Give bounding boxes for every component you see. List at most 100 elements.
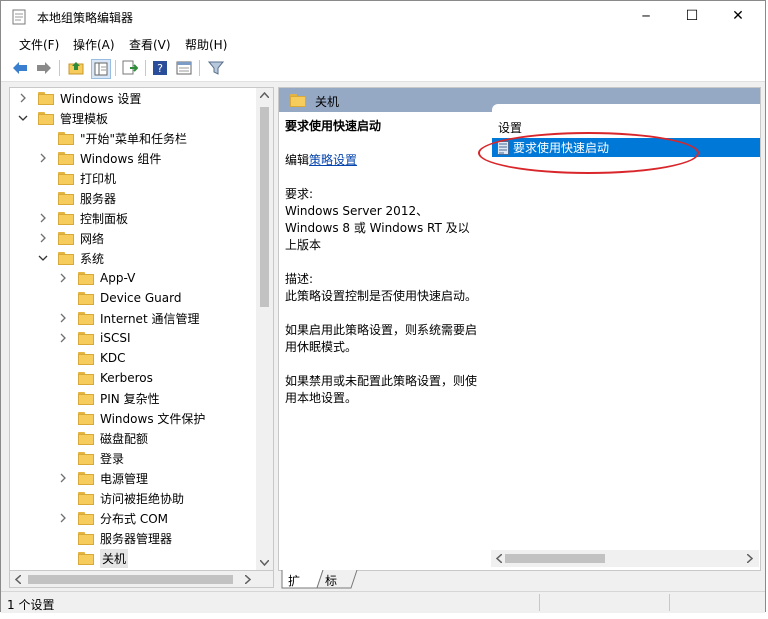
- export-list-button[interactable]: [121, 59, 139, 77]
- chevron-right-icon[interactable]: [38, 213, 48, 223]
- scroll-right-icon[interactable]: [245, 575, 251, 584]
- tree-item-label: 打印机: [80, 171, 117, 186]
- tree-item-label: 访问被拒绝协助: [100, 491, 185, 506]
- scroll-down-icon[interactable]: [260, 560, 269, 566]
- back-button[interactable]: [11, 59, 29, 77]
- up-level-button[interactable]: [67, 59, 85, 77]
- tree-item[interactable]: PIN 复杂性: [58, 388, 160, 408]
- tree-item[interactable]: 登录: [58, 448, 124, 468]
- toolbar-separator: [199, 60, 200, 76]
- tree-item[interactable]: 服务器管理器: [58, 528, 172, 548]
- menu-view[interactable]: 查看(V): [129, 36, 171, 53]
- properties-button[interactable]: [175, 59, 193, 77]
- menu-help[interactable]: 帮助(H): [185, 36, 227, 53]
- description-label: 描述:: [285, 272, 314, 286]
- tree-item-label: PIN 复杂性: [100, 391, 160, 406]
- tree-item[interactable]: 访问被拒绝协助: [58, 488, 184, 508]
- tree-horizontal-scrollbar[interactable]: [9, 571, 274, 588]
- help-button[interactable]: ?: [151, 59, 169, 77]
- tree-item-label: 登录: [100, 451, 125, 466]
- menu-action[interactable]: 操作(A): [73, 36, 115, 53]
- show-hide-tree-button[interactable]: [91, 59, 111, 79]
- tree-item-label: Windows 组件: [80, 151, 162, 166]
- chevron-right-icon[interactable]: [38, 233, 48, 243]
- folder-icon: [58, 251, 74, 265]
- tree-item[interactable]: 关机: [58, 548, 129, 568]
- folder-icon: [78, 451, 94, 465]
- tree-spacer: [58, 533, 68, 543]
- tree-item[interactable]: 系统: [38, 248, 104, 268]
- tree-item[interactable]: Windows 设置: [18, 88, 141, 108]
- tree-item[interactable]: 磁盘配额: [58, 428, 148, 448]
- tree-item[interactable]: 控制面板: [38, 208, 128, 228]
- tree-item[interactable]: 电源管理: [58, 468, 148, 488]
- tree-item[interactable]: 管理模板: [18, 108, 108, 128]
- close-button[interactable]: ✕: [715, 1, 761, 31]
- filter-button[interactable]: [207, 59, 225, 77]
- status-text: 1 个设置: [7, 598, 55, 612]
- tree-vertical-scrollbar[interactable]: [256, 88, 273, 570]
- title-bar[interactable]: 本地组策略编辑器 ─ ☐ ✕: [1, 1, 765, 33]
- folder-icon: [78, 311, 94, 325]
- tree-item[interactable]: iSCSI: [58, 328, 131, 348]
- forward-button[interactable]: [35, 59, 53, 77]
- folder-icon: [78, 531, 94, 545]
- menu-file[interactable]: 文件(F): [19, 36, 59, 53]
- toolbar-separator: [59, 60, 60, 76]
- scroll-right-icon[interactable]: [747, 554, 753, 563]
- chevron-right-icon[interactable]: [58, 273, 68, 283]
- folder-icon: [78, 551, 94, 565]
- status-bar: 1 个设置: [1, 591, 765, 613]
- tree-spacer: [58, 353, 68, 363]
- chevron-right-icon[interactable]: [58, 473, 68, 483]
- tree-item[interactable]: App-V: [58, 268, 135, 288]
- scroll-left-icon[interactable]: [15, 575, 21, 584]
- folder-icon: [78, 271, 94, 285]
- tree-item[interactable]: 网络: [38, 228, 104, 248]
- tree-item[interactable]: "开始"菜单和任务栏: [38, 128, 187, 148]
- maximize-button[interactable]: ☐: [669, 1, 715, 31]
- requirements-label: 要求:: [285, 187, 314, 201]
- tree-item[interactable]: Kerberos: [58, 368, 153, 388]
- chevron-right-icon[interactable]: [58, 313, 68, 323]
- toolbar: ?: [1, 55, 765, 82]
- folder-icon: [78, 511, 94, 525]
- settings-column-header[interactable]: 设置: [498, 119, 522, 136]
- svg-text:?: ?: [157, 62, 163, 75]
- tree-item[interactable]: 打印机: [38, 168, 116, 188]
- tree-scroll-thumb[interactable]: [260, 107, 269, 307]
- details-hscroll-thumb[interactable]: [505, 554, 605, 563]
- folder-icon: [58, 191, 74, 205]
- folder-icon: [290, 94, 306, 107]
- tree-hscroll-thumb[interactable]: [28, 575, 233, 584]
- edit-policy-link[interactable]: 策略设置: [309, 153, 357, 167]
- tree-item[interactable]: Internet 通信管理: [58, 308, 199, 328]
- chevron-right-icon[interactable]: [18, 93, 28, 103]
- tree-spacer: [38, 133, 48, 143]
- tree-item[interactable]: Windows 文件保护: [58, 408, 205, 428]
- tree-spacer: [58, 393, 68, 403]
- tree-item-label: Windows 设置: [60, 91, 142, 106]
- tree-item[interactable]: 分布式 COM: [58, 508, 168, 528]
- folder-icon: [78, 471, 94, 485]
- folder-icon: [78, 391, 94, 405]
- chevron-right-icon[interactable]: [38, 153, 48, 163]
- export-list-icon: [122, 60, 138, 75]
- chevron-down-icon[interactable]: [38, 253, 48, 263]
- folder-icon: [58, 171, 74, 185]
- tree-item[interactable]: Windows 组件: [38, 148, 161, 168]
- tree-item[interactable]: KDC: [58, 348, 126, 368]
- minimize-button[interactable]: ─: [623, 1, 669, 31]
- chevron-down-icon[interactable]: [18, 113, 28, 123]
- scroll-left-icon[interactable]: [496, 554, 502, 563]
- chevron-right-icon[interactable]: [58, 513, 68, 523]
- tree-spacer: [58, 413, 68, 423]
- details-horizontal-scrollbar[interactable]: [491, 550, 759, 567]
- tree-spacer: [58, 553, 68, 563]
- tree-item[interactable]: Device Guard: [58, 288, 181, 308]
- tree-item-label: Windows 文件保护: [100, 411, 206, 426]
- tree-item[interactable]: 服务器: [38, 188, 116, 208]
- tree-spacer: [58, 433, 68, 443]
- chevron-right-icon[interactable]: [58, 333, 68, 343]
- scroll-up-icon[interactable]: [260, 92, 269, 98]
